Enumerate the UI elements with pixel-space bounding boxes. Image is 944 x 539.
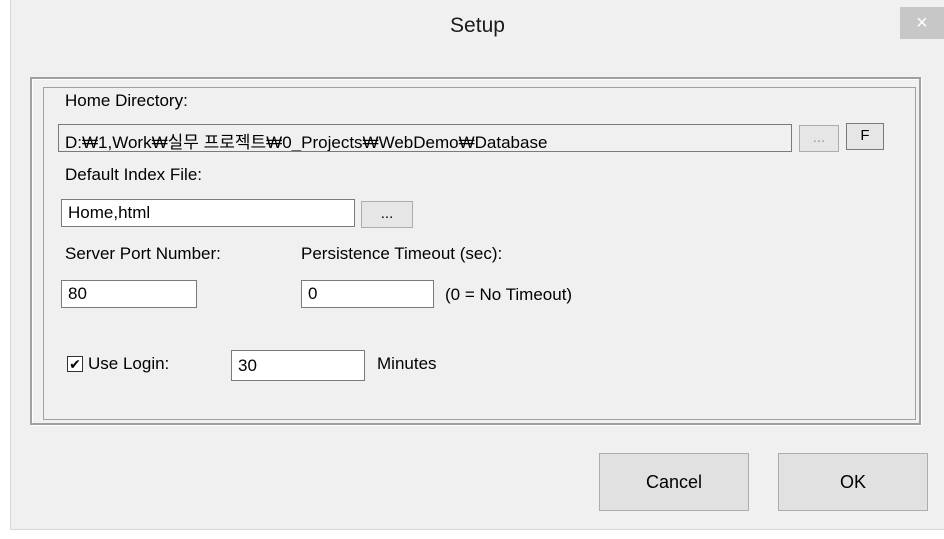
persistence-timeout-hint: (0 = No Timeout): [445, 285, 573, 304]
close-button[interactable]: ×: [900, 7, 944, 39]
minutes-label: Minutes: [377, 354, 437, 373]
default-index-label: Default Index File:: [65, 165, 203, 184]
home-directory-f-button[interactable]: F: [846, 123, 884, 150]
checkmark-icon: ✔: [69, 356, 81, 372]
persistence-timeout-input[interactable]: 0: [301, 280, 434, 308]
default-index-browse-button[interactable]: ...: [361, 201, 413, 228]
close-icon: ×: [916, 11, 928, 34]
home-directory-input[interactable]: D:₩1,Work₩실무 프로젝트₩0_Projects₩WebDemo₩Dat…: [58, 124, 792, 152]
server-port-input[interactable]: 80: [61, 280, 197, 308]
title-bar: Setup ×: [11, 0, 944, 62]
use-login-checkbox[interactable]: ✔: [67, 356, 83, 372]
cancel-button[interactable]: Cancel: [599, 453, 749, 511]
home-directory-label: Home Directory:: [65, 91, 188, 110]
default-index-input[interactable]: Home,html: [61, 199, 355, 227]
ok-button[interactable]: OK: [778, 453, 928, 511]
home-directory-browse-button[interactable]: ...: [799, 125, 839, 152]
persistence-timeout-label: Persistence Timeout (sec):: [301, 244, 503, 263]
use-login-label: Use Login:: [88, 354, 170, 373]
server-port-label: Server Port Number:: [65, 244, 221, 263]
window-title: Setup: [450, 14, 505, 37]
login-minutes-input[interactable]: 30: [231, 350, 365, 381]
